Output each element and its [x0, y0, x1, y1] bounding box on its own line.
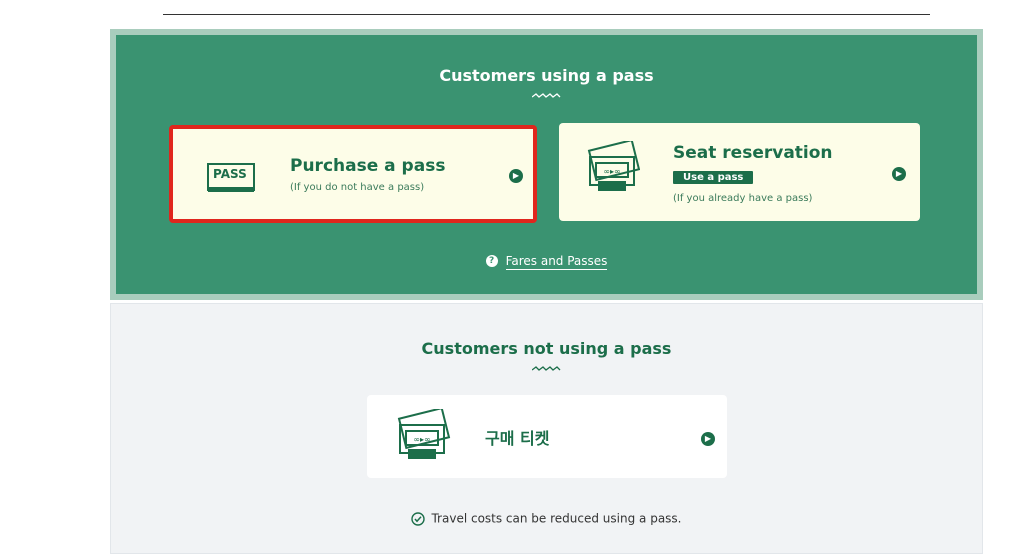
buy-ticket-card[interactable]: ∞▸∞ 구매 티켓 ▶: [367, 395, 727, 478]
buy-ticket-title: 구매 티켓: [485, 429, 550, 448]
chevron-right-icon[interactable]: ▶: [509, 169, 523, 183]
svg-text:∞▸∞: ∞▸∞: [413, 435, 430, 444]
title-squiggle-decoration: [531, 366, 560, 371]
purchase-pass-subtitle: (If you do not have a pass): [290, 182, 425, 193]
ticket-icon: ∞▸∞: [587, 141, 640, 191]
no-pass-customers-section: Customers not using a pass ∞▸∞ 구매 티켓 ▶ T…: [110, 303, 983, 554]
pass-icon-label: PASS: [213, 167, 247, 181]
fares-and-passes-link[interactable]: Fares and Passes: [505, 253, 608, 270]
ticket-icon: ∞▸∞: [397, 409, 451, 459]
seat-reservation-title: Seat reservation: [673, 143, 833, 163]
check-circle-icon: [411, 511, 426, 526]
chevron-right-icon[interactable]: ▶: [701, 432, 715, 446]
title-squiggle-decoration: [531, 93, 560, 98]
pass-customers-section: Customers using a pass PASS Purchase a p…: [110, 29, 983, 300]
pass-section-title: Customers using a pass: [439, 66, 654, 85]
seat-reservation-subtitle: (If you already have a pass): [673, 193, 813, 204]
use-pass-badge: Use a pass: [673, 171, 754, 184]
pass-savings-note: Travel costs can be reduced using a pass…: [111, 511, 982, 526]
note-text: Travel costs can be reduced using a pass…: [431, 511, 682, 526]
purchase-pass-card[interactable]: PASS Purchase a pass (If you do not have…: [169, 125, 537, 223]
seat-reservation-card[interactable]: ∞▸∞ Seat reservation Use a pass (If you …: [559, 123, 920, 221]
top-divider: [163, 14, 930, 15]
fares-row: ? Fares and Passes: [116, 253, 977, 270]
svg-text:∞▸∞: ∞▸∞: [603, 167, 620, 176]
help-icon: ?: [485, 254, 498, 267]
chevron-right-icon[interactable]: ▶: [892, 167, 906, 181]
purchase-pass-title: Purchase a pass: [290, 156, 446, 176]
nopass-section-title: Customers not using a pass: [421, 339, 672, 358]
